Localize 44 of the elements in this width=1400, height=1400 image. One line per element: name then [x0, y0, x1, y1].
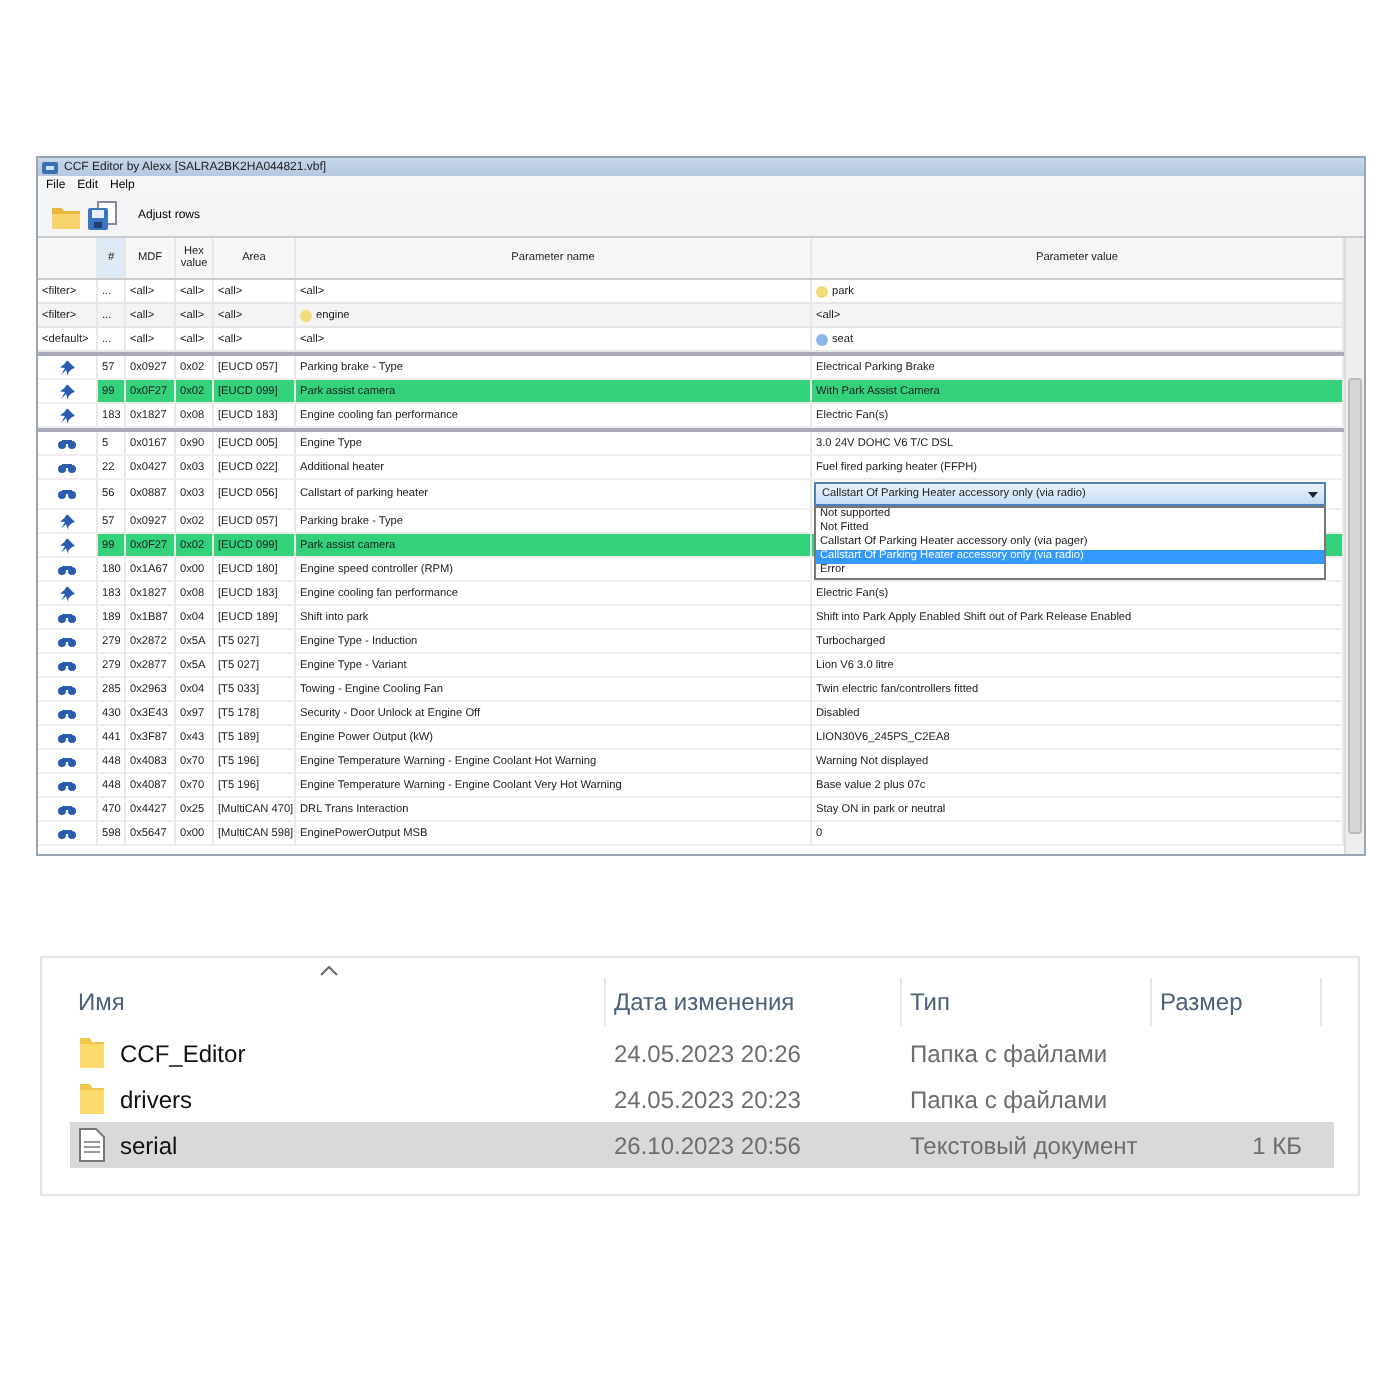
folder-icon	[78, 1082, 106, 1116]
file-row[interactable]: serial 26.10.2023 20:56 Текстовый документ 1 КБ	[70, 1122, 1334, 1168]
pushpin-icon	[59, 585, 75, 601]
pushpin-icon	[59, 513, 75, 529]
pushpin-icon	[59, 359, 75, 375]
file-type: Папка с файлами	[908, 1085, 1110, 1113]
column-header[interactable]: Тип	[902, 978, 1152, 1026]
caret-icon	[1308, 491, 1318, 497]
file-type: Папка с файлами	[908, 1039, 1110, 1067]
binoculars-icon	[58, 659, 76, 671]
text-file-icon	[78, 1128, 106, 1162]
app-icon	[42, 161, 58, 173]
column-header[interactable]: Размер	[1152, 978, 1322, 1026]
file-row[interactable]: CCF_Editor 24.05.2023 20:26 Папка с файлами	[70, 1030, 1334, 1076]
binoculars-icon	[58, 683, 76, 695]
binoculars-icon	[58, 563, 76, 575]
binoculars-icon	[58, 731, 76, 743]
file-type: Текстовый документ	[908, 1131, 1140, 1159]
binoculars-icon	[58, 779, 76, 791]
file-date: 24.05.2023 20:23	[612, 1085, 803, 1113]
file-name: serial	[120, 1131, 178, 1159]
pushpin-icon	[59, 407, 75, 423]
file-name: CCF_Editor	[120, 1039, 246, 1067]
file-date: 26.10.2023 20:56	[612, 1131, 803, 1159]
binoculars-icon	[58, 635, 76, 647]
binoculars-icon	[58, 707, 76, 719]
binoculars-icon	[58, 461, 76, 473]
pushpin-icon	[59, 383, 75, 399]
column-header[interactable]: Имя	[70, 978, 606, 1026]
folder-icon	[78, 1036, 106, 1070]
binoculars-icon	[58, 827, 76, 839]
binoculars-icon	[58, 437, 76, 449]
binoculars-icon	[58, 488, 76, 500]
file-date: 24.05.2023 20:26	[612, 1039, 803, 1067]
pushpin-icon	[59, 537, 75, 553]
save-icon[interactable]	[86, 199, 118, 231]
binoculars-icon	[58, 611, 76, 623]
binoculars-icon	[58, 755, 76, 767]
file-size: 1 КБ	[1252, 1131, 1302, 1159]
file-name: drivers	[120, 1085, 193, 1113]
column-header[interactable]: Дата изменения	[606, 978, 902, 1026]
file-row[interactable]: drivers 24.05.2023 20:23 Папка с файлами	[70, 1076, 1334, 1122]
scrollbar[interactable]	[1344, 238, 1364, 854]
binoculars-icon	[58, 803, 76, 815]
